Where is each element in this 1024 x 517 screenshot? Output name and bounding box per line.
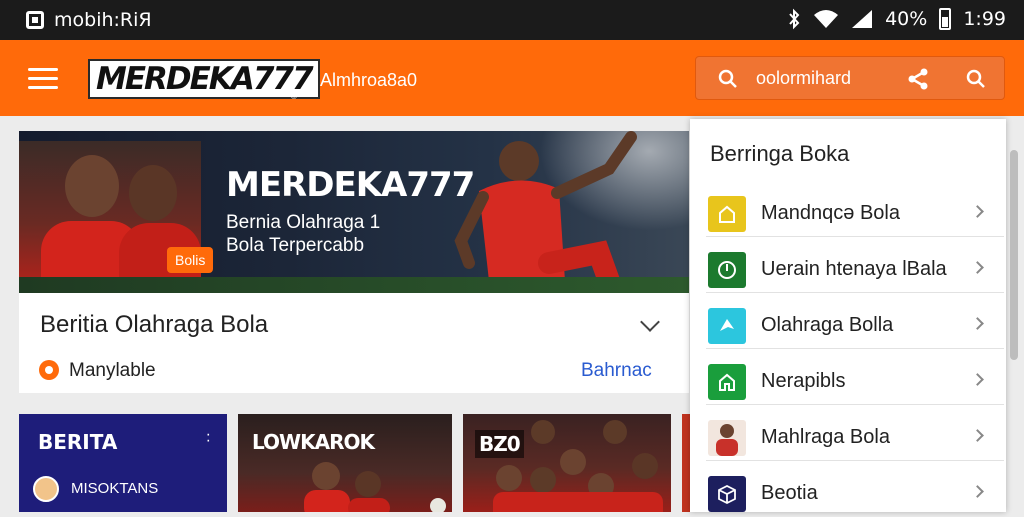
app-notification-icon: [26, 11, 44, 29]
search-bar[interactable]: oolormihard: [695, 56, 1005, 100]
panel-item-label: Mahlraga Bola: [761, 426, 890, 448]
chevron-right-icon: [971, 205, 984, 218]
hero-subtitle-line2: Bola Terpercabb: [226, 235, 365, 256]
tile-players-image: [304, 462, 446, 512]
player-thumbnail-icon: [708, 420, 746, 456]
pitch-grass: [19, 277, 689, 293]
status-left: mobih:RiЯ: [26, 9, 152, 31]
article-link[interactable]: Bahrnac: [581, 360, 652, 382]
panel-item-label: Uerain htenaya lBala: [761, 258, 947, 280]
news-tile[interactable]: LOWKAROK: [238, 414, 452, 512]
tile-label: LOWKAROK: [252, 430, 375, 454]
chevron-right-icon: [971, 373, 984, 386]
house-outline-icon: [708, 196, 746, 232]
search-input[interactable]: oolormihard: [756, 68, 851, 89]
article-card[interactable]: Beritia Olahraga Bola Manylable Bahrnac: [19, 293, 689, 393]
battery-icon: [939, 8, 952, 30]
power-icon: [708, 252, 746, 288]
chevron-right-icon: [971, 317, 984, 330]
panel-item-3[interactable]: Olahraga Bolla: [706, 293, 1004, 349]
panel-item-1[interactable]: Mandnqcə Bola: [706, 181, 1004, 237]
status-bar: mobih:RiЯ 40% 1:99: [0, 0, 1024, 40]
app-subtitle: Almhroa8a0: [320, 70, 418, 90]
news-tile[interactable]: BERITA · · MISOKTANS: [19, 414, 227, 512]
chevron-right-icon: [971, 485, 984, 498]
tile-label: BERITA: [38, 430, 118, 454]
status-right: 40% 1:99: [787, 8, 1006, 30]
chevron-right-icon: [971, 261, 984, 274]
panel-item-4[interactable]: Nerapibls: [706, 349, 1004, 405]
share-icon[interactable]: [906, 67, 930, 91]
panel-item-label: Olahraga Bolla: [761, 314, 894, 336]
panel-item-6[interactable]: Beotia: [706, 461, 1004, 517]
menu-icon[interactable]: [28, 68, 58, 90]
hero-badge[interactable]: Bolis: [167, 247, 214, 273]
tile-user: MISOKTANS: [71, 480, 159, 497]
signal-icon: [852, 10, 873, 28]
hero-player-image: [454, 131, 637, 292]
chevron-right-icon: [971, 429, 984, 442]
tile-label: BZ0: [475, 430, 524, 458]
panel-item-5[interactable]: Mahlraga Bola: [706, 405, 1004, 461]
hero-subtitle: Bernia Olahraga 1 Bola Terpercabb: [226, 211, 380, 257]
player-face: [65, 155, 119, 217]
bluetooth-icon: [789, 8, 800, 30]
panel-item-label: Mandnqcə Bola: [761, 202, 900, 224]
chat-icon: [39, 360, 59, 380]
news-tile[interactable]: BZ0: [463, 414, 671, 512]
search-icon[interactable]: [718, 69, 738, 89]
hero-banner[interactable]: Bolis MERDEKA777 Bernia Olahraga 1 Bola …: [19, 131, 689, 293]
chevron-down-icon[interactable]: [640, 312, 660, 332]
search-icon-right[interactable]: [966, 69, 986, 89]
category-panel: Berringa Boka Mandnqcə Bola Uerain htena…: [690, 119, 1006, 512]
scrollbar[interactable]: [1010, 150, 1018, 360]
ball-icon: [708, 308, 746, 344]
panel-item-2[interactable]: Uerain htenaya lBala: [706, 237, 1004, 293]
house-icon: [708, 364, 746, 400]
status-app-label: mobih:RiЯ: [54, 9, 152, 31]
panel-item-label: Nerapibls: [761, 370, 846, 392]
box-icon: [708, 476, 746, 512]
news-tile-partial[interactable]: [682, 414, 690, 512]
app-bar: MERDEKA777 ® Almhroa8a0 oolormihard: [0, 40, 1024, 116]
article-title[interactable]: Beritia Olahraga Bola: [40, 311, 268, 339]
panel-item-label: Beotia: [761, 482, 818, 504]
registered-mark: ®: [291, 92, 297, 101]
panel-title: Berringa Boka: [710, 141, 850, 166]
hero-subtitle-line1: Bernia Olahraga 1: [226, 212, 381, 233]
wifi-icon: [814, 10, 839, 28]
battery-percent: 40%: [885, 8, 928, 30]
article-author: Manylable: [69, 360, 156, 381]
avatar: [33, 476, 59, 502]
player-face: [129, 165, 177, 221]
more-options-icon[interactable]: · ·: [206, 427, 211, 449]
hero-title: MERDEKA777: [226, 165, 475, 205]
brand-logo[interactable]: MERDEKA777: [88, 59, 320, 99]
status-time: 1:99: [963, 8, 1006, 30]
tile-team-image: [493, 420, 663, 512]
